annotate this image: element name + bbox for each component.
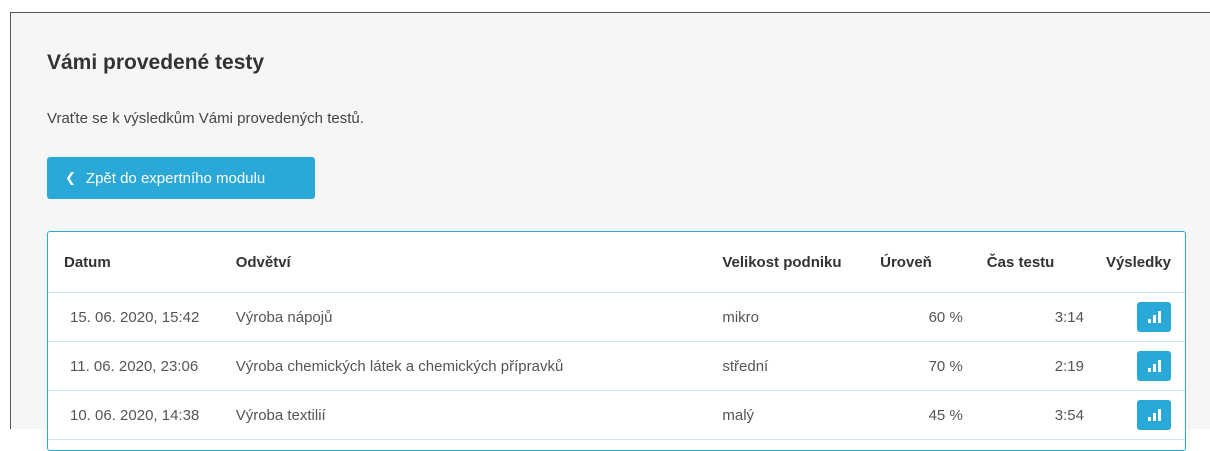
bar-chart-icon [1157, 360, 1161, 372]
back-to-expert-module-button[interactable]: ❮ Zpět do expertního modulu [47, 157, 315, 199]
page-frame: Vámi provedené testy Vraťte se k výsledk… [10, 12, 1210, 451]
tests-table: Datum Odvětví Velikost podniku Úroveň Ča… [47, 231, 1186, 451]
cell-results [1105, 292, 1185, 342]
cell-date: 11. 06. 2020, 23:06 [48, 341, 236, 391]
header-level: Úroveň [880, 232, 987, 293]
bar-chart-icon [1152, 413, 1156, 421]
page-subtitle: Vraťte se k výsledkům Vámi provedených t… [47, 110, 364, 127]
back-button-label: Zpět do expertního modulu [85, 169, 266, 187]
table-header-row: Datum Odvětví Velikost podniku Úroveň Ča… [48, 232, 1185, 293]
bar-chart-icon [1152, 315, 1156, 323]
cell-date: 10. 06. 2020, 14:38 [48, 390, 236, 440]
results-button[interactable] [1137, 302, 1171, 332]
cell-sector: Výroba chemických látek a chemických pří… [235, 341, 723, 391]
cell-time: 2:19 [986, 341, 1106, 391]
results-button[interactable] [1137, 351, 1171, 381]
header-size: Velikost podniku [722, 232, 881, 293]
table-row: 11. 06. 2020, 23:06 Výroba chemických lá… [48, 341, 1185, 391]
header-sector: Odvětví [235, 232, 723, 293]
table-row: 15. 06. 2020, 15:42 Výroba nápojů mikro … [48, 292, 1185, 342]
chevron-left-icon: ❮ [65, 170, 76, 185]
header-date: Datum [48, 232, 236, 293]
bar-chart-icon [1147, 319, 1151, 323]
page-title: Vámi provedené testy [47, 51, 265, 74]
cell-results [1105, 341, 1185, 391]
bar-chart-icon [1157, 409, 1161, 421]
cell-sector: Výroba nápojů [235, 292, 723, 342]
bar-chart-icon [1147, 368, 1151, 372]
table-row: 10. 06. 2020, 14:38 Výroba textilií malý… [48, 390, 1185, 440]
cell-size: mikro [722, 292, 881, 342]
bar-chart-icon [1147, 417, 1151, 421]
header-time: Čas testu [986, 232, 1106, 293]
cell-size: střední [722, 341, 881, 391]
cell-results [1105, 390, 1185, 440]
bar-chart-icon [1152, 364, 1156, 372]
cell-date: 15. 06. 2020, 15:42 [48, 292, 236, 342]
cell-level: 60 % [880, 292, 987, 342]
results-button[interactable] [1137, 400, 1171, 430]
cell-size: malý [722, 390, 881, 440]
cell-time: 3:14 [986, 292, 1106, 342]
header-results: Výsledky [1105, 232, 1185, 293]
cell-time: 3:54 [986, 390, 1106, 440]
cell-sector: Výroba textilií [235, 390, 723, 440]
cell-level: 70 % [880, 341, 987, 391]
bar-chart-icon [1157, 311, 1161, 323]
cell-level: 45 % [880, 390, 987, 440]
